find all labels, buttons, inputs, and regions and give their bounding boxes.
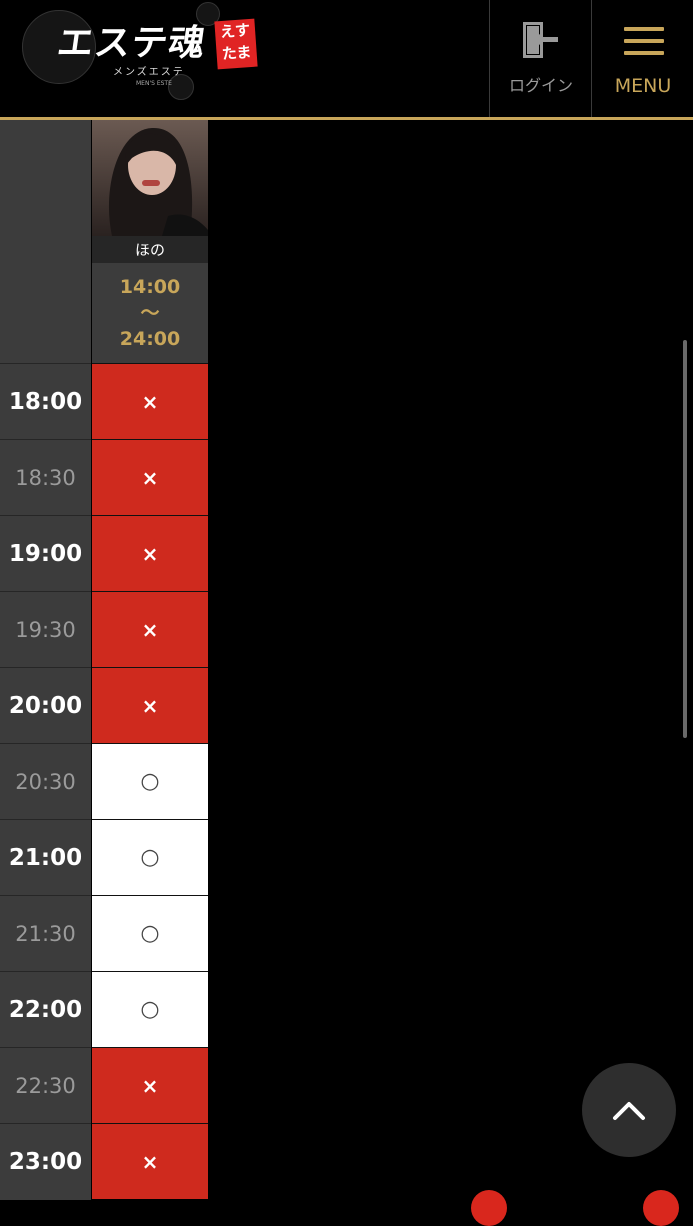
slot-unavailable: × [92,363,208,439]
page-scrollbar[interactable] [683,340,687,738]
logo-subtitle-small: MEN'S ESTE [136,80,172,87]
slot-available[interactable]: ○ [92,743,208,819]
shift-separator: 〜 [140,302,160,324]
time-label: 19:00 [0,515,91,591]
slot-unavailable: × [92,515,208,591]
time-label: 20:00 [0,667,91,743]
logo-subtitle: メンズエステ [113,67,185,78]
time-label: 19:30 [0,591,91,667]
floating-action-button[interactable] [471,1190,507,1226]
slot-unavailable: × [92,591,208,667]
time-label: 18:30 [0,439,91,515]
time-label: 21:30 [0,895,91,971]
time-label: 22:00 [0,971,91,1047]
login-button[interactable]: ログイン [489,0,592,117]
login-door-icon [523,22,558,58]
cast-photo[interactable] [92,120,208,236]
site-logo[interactable]: エステ魂 えすたま メンズエステ MEN'S ESTE [18,0,268,104]
time-label: 23:00 [0,1123,91,1199]
menu-label: MENU [614,75,672,97]
shift-end: 24:00 [119,328,181,350]
slot-available[interactable]: ○ [92,819,208,895]
logo-main-text: エステ魂 [54,22,209,64]
cast-name[interactable]: ほの [92,236,208,263]
slot-available[interactable]: ○ [92,895,208,971]
cast-shift-hours: 14:00 〜 24:00 [92,263,208,363]
login-label: ログイン [508,76,573,95]
time-label: 18:00 [0,363,91,439]
chevron-up-icon [613,1102,645,1120]
time-label: 21:00 [0,819,91,895]
logo-badge: えすたま [214,18,258,70]
shift-start: 14:00 [119,276,181,298]
slot-unavailable: × [92,439,208,515]
site-header: エステ魂 えすたま メンズエステ MEN'S ESTE ログイン MENU [0,0,693,117]
time-label: 22:30 [0,1047,91,1123]
slot-available[interactable]: ○ [92,971,208,1047]
slot-unavailable: × [92,667,208,743]
slot-unavailable: × [92,1047,208,1123]
back-to-top-button[interactable] [582,1063,676,1157]
time-label: 20:30 [0,743,91,819]
slot-unavailable: × [92,1123,208,1199]
menu-button[interactable]: MENU [591,0,693,117]
floating-action-button[interactable] [643,1190,679,1226]
